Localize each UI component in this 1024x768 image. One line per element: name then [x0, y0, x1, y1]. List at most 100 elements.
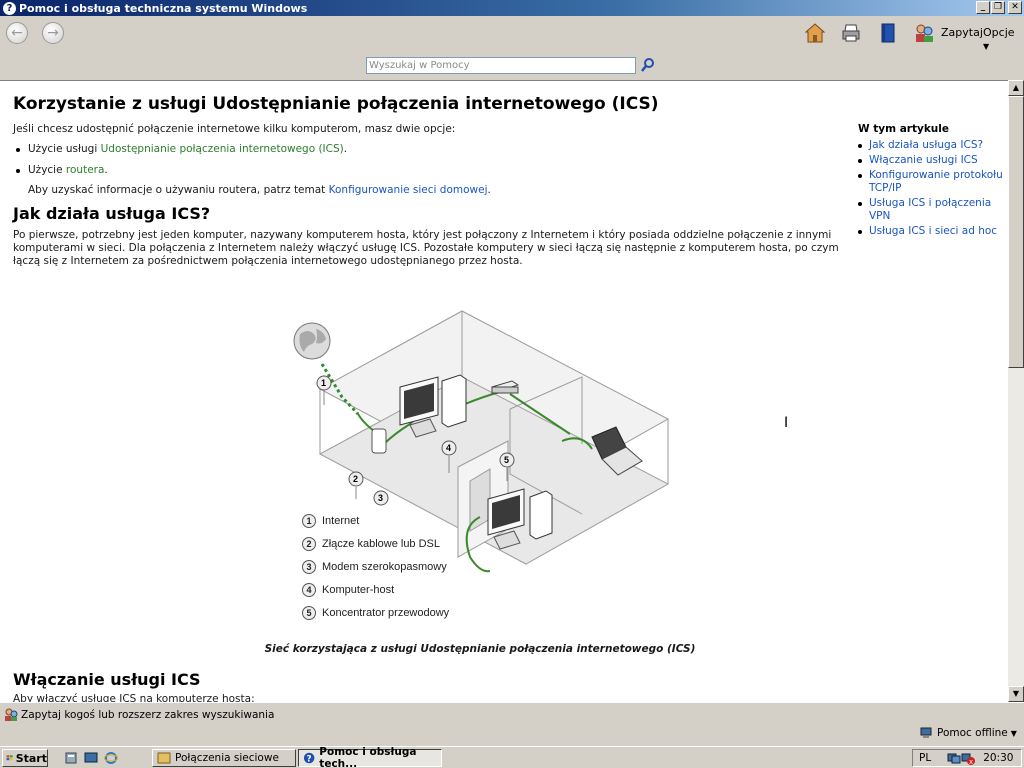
option1-text: Użycie usługi Udostępnianie połączenia i…	[28, 143, 347, 156]
section1-line3: łączą się z Internetem za pośrednictwem …	[13, 255, 523, 267]
sidebar-link-tcpip[interactable]: Konfigurowanie protokołu TCP/IP	[858, 169, 1008, 195]
legend-item: 4 Komputer-host	[302, 583, 394, 597]
minimize-button[interactable]: _	[976, 1, 990, 14]
taskbar: Start Połączenia sieciowe ? Pomoc i obsł…	[0, 746, 1024, 768]
modem-icon	[371, 428, 387, 454]
router-info-text: Aby uzyskać informacje o używaniu router…	[28, 184, 491, 197]
legend-num: 2	[302, 537, 316, 551]
search-input[interactable]: Wyszukaj w Pomocy	[366, 57, 636, 74]
show-desktop-icon[interactable]	[84, 751, 98, 765]
clock[interactable]: 20:30	[983, 752, 1013, 764]
legend-num: 1	[302, 514, 316, 528]
ask-someone-link[interactable]: Zapytaj kogoś lub rozszerz zakres wyszuk…	[4, 708, 274, 722]
task-network-connections[interactable]: Połączenia sieciowe	[152, 749, 296, 767]
callout-3-label: 3	[378, 493, 383, 503]
legend-label: Internet	[322, 515, 360, 527]
internet-explorer-icon[interactable]	[104, 751, 118, 765]
bullet	[16, 169, 20, 173]
home-icon[interactable]	[804, 22, 826, 44]
windows-logo-icon	[6, 755, 13, 761]
svg-text:?: ?	[307, 755, 312, 765]
toolbar: ← → Zapytaj Opcje ▼	[0, 16, 1024, 52]
intro-text: Jeśli chcesz udostępnić połączenie inter…	[13, 123, 456, 135]
legend-label: Modem szerokopasmowy	[322, 561, 447, 573]
server-manager-icon[interactable]	[64, 751, 78, 765]
in-this-article-heading: W tym artykule	[858, 123, 950, 135]
ask-someone-text: Zapytaj kogoś lub rozszerz zakres wyszuk…	[21, 709, 275, 721]
ask-label[interactable]: Zapytaj	[941, 26, 983, 39]
computer-icon	[920, 727, 932, 738]
sidebar-link-how-ics-works[interactable]: Jak działa usługa ICS?	[858, 139, 1008, 152]
section2-intro: Aby włączyć usługę ICS na komputerze hos…	[13, 693, 255, 702]
bullet	[16, 148, 20, 152]
search-bar: Wyszukaj w Pomocy	[0, 52, 1024, 80]
home-network-link[interactable]: Konfigurowanie sieci domowej	[329, 184, 488, 196]
router-info-prefix: Aby uzyskać informacje o używaniu router…	[28, 184, 329, 196]
scroll-up-button[interactable]: ▲	[1008, 80, 1024, 96]
option1-prefix: Użycie usługi	[28, 143, 101, 155]
chevron-down-icon: ▼	[1010, 728, 1017, 738]
network-status-icon[interactable]	[947, 751, 961, 765]
back-button[interactable]: ←	[6, 22, 28, 44]
ics-link[interactable]: Udostępnianie połączenia internetowego (…	[101, 143, 344, 155]
callout-2-label: 2	[353, 474, 358, 484]
option2-suffix: .	[104, 164, 108, 176]
legend-item: 1 Internet	[302, 514, 359, 528]
scroll-down-button[interactable]: ▼	[1008, 686, 1024, 702]
maximize-button[interactable]: ❐	[991, 1, 1005, 14]
sidebar-link-enable-ics[interactable]: Włączanie usługi ICS	[858, 154, 1008, 167]
help-icon: ?	[303, 752, 315, 765]
options-menu[interactable]: Opcje ▼	[983, 26, 1024, 52]
options-label: Opcje	[983, 26, 1015, 39]
title-bar[interactable]: ? Pomoc i obsługa techniczna systemu Win…	[0, 0, 1024, 16]
callout-4-label: 4	[446, 443, 451, 453]
legend-item: 2 Złącze kablowe lub DSL	[302, 537, 440, 551]
legend-item: 3 Modem szerokopasmowy	[302, 560, 447, 574]
sidebar-link-vpn[interactable]: Usługa ICS i połączenia VPN	[858, 197, 1008, 223]
in-this-article-panel: W tym artykule Jak działa usługa ICS? Wł…	[858, 123, 1008, 240]
task-label: Pomoc i obsługa tech...	[319, 746, 417, 768]
task-help-and-support[interactable]: ? Pomoc i obsługa tech...	[298, 746, 442, 768]
legend-label: Komputer-host	[322, 584, 395, 596]
callout-5-label: 5	[504, 455, 509, 465]
system-tray: PL x 20:30	[912, 749, 1022, 767]
option1-suffix: .	[343, 143, 348, 155]
legend-num: 4	[302, 583, 316, 597]
print-icon[interactable]	[840, 22, 862, 44]
search-icon[interactable]	[640, 57, 656, 73]
task-label: Połączenia sieciowe	[175, 752, 279, 764]
sidebar-link-adhoc[interactable]: Usługa ICS i sieci ad hoc	[858, 225, 1008, 238]
ask-people-icon	[5, 708, 18, 721]
offline-help-label: Pomoc offline	[937, 727, 1008, 739]
router-link[interactable]: routera	[66, 164, 105, 176]
book-icon[interactable]	[877, 22, 899, 44]
offline-help-dropdown[interactable]: Pomoc offline ▼	[920, 727, 1017, 739]
legend-label: Koncentrator przewodowy	[322, 607, 450, 619]
start-button[interactable]: Start	[2, 749, 48, 767]
scroll-thumb[interactable]	[1008, 96, 1024, 368]
section1-line2: komputerami w sieci. Dla połączenia z In…	[13, 242, 839, 254]
article-content: Korzystanie z usługi Udostępnianie połąc…	[0, 80, 1008, 702]
window-title: Pomoc i obsługa techniczna systemu Windo…	[19, 1, 308, 15]
svg-text:x: x	[969, 758, 973, 765]
legend-num: 5	[302, 606, 316, 620]
legend-label: Złącze kablowe lub DSL	[322, 538, 441, 550]
forward-button[interactable]: →	[42, 22, 64, 44]
close-button[interactable]: ✕	[1008, 1, 1022, 14]
language-indicator[interactable]: PL	[919, 752, 931, 764]
ask-people-icon[interactable]	[913, 22, 935, 44]
router-info-suffix: .	[487, 184, 491, 196]
legend-num: 3	[302, 560, 316, 574]
text-cursor-icon: I	[784, 415, 789, 431]
section-heading-enable-ics: Włączanie usługi ICS	[13, 670, 201, 689]
figure-caption: Sieć korzystająca z usługi Udostępnianie…	[264, 643, 696, 655]
callout-1-label: 1	[321, 378, 326, 388]
section1-line1: Po pierwsze, potrzebny jest jeden komput…	[13, 229, 832, 241]
forward-arrow-icon: →	[47, 25, 59, 41]
vertical-scrollbar[interactable]: ▲ ▼	[1008, 80, 1024, 702]
network-connections-icon	[157, 752, 171, 764]
network-error-icon[interactable]: x	[961, 751, 976, 765]
help-icon: ?	[3, 1, 16, 15]
start-label: Start	[15, 751, 47, 765]
bottom-bar: Zapytaj kogoś lub rozszerz zakres wyszuk…	[0, 702, 1024, 746]
